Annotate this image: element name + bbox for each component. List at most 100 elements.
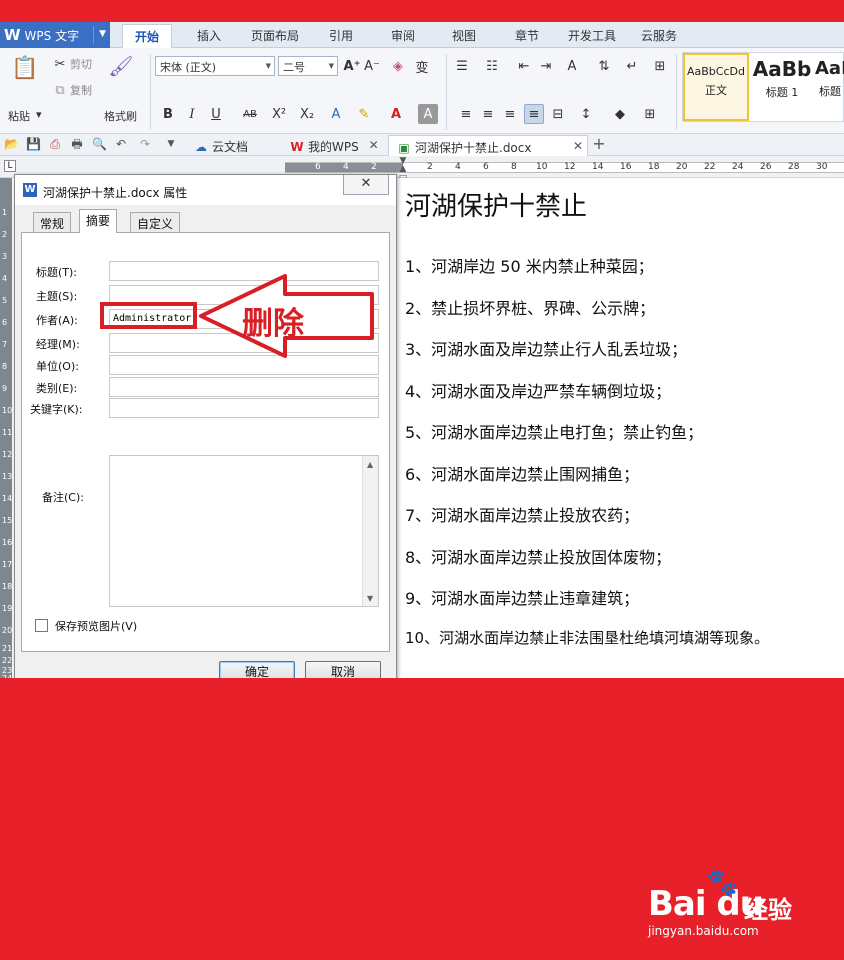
justify-icon[interactable]: ≡: [524, 104, 544, 124]
table-icon[interactable]: ⊞: [650, 56, 670, 76]
tab-chapter[interactable]: 章节: [515, 27, 539, 44]
scissors-icon[interactable]: ✂: [50, 54, 70, 74]
new-tab-icon[interactable]: +: [592, 136, 606, 152]
document-line: 3、河湖水面及岸边禁止行人乱丢垃圾；: [405, 340, 688, 359]
doc-tab-label: 我的WPS: [308, 140, 359, 154]
keywords-field[interactable]: [109, 398, 379, 418]
tab-developer[interactable]: 开发工具: [568, 27, 616, 44]
save-preview-label: 保存预览图片(V): [55, 620, 138, 633]
ruler-number: 13: [2, 472, 13, 481]
shrink-font-icon[interactable]: A⁻: [362, 56, 382, 76]
paste-icon[interactable]: 📋: [11, 54, 38, 82]
style-heading-1[interactable]: AaBb 标题 1: [751, 53, 813, 121]
superscript-button[interactable]: X²: [268, 104, 290, 124]
ribbon-toolbar: 📋 粘贴 ▾ ✂ 剪切 ⧉ 复制 🖌 格式刷 宋体 (正文) ▼ 二号 ▼ A⁺…: [0, 48, 844, 134]
close-icon[interactable]: ✕: [369, 138, 379, 152]
tab-review[interactable]: 审阅: [391, 27, 415, 44]
font-size-value: 二号: [283, 61, 305, 74]
font-color-icon[interactable]: A: [386, 104, 406, 124]
ruler-number: 19: [2, 604, 13, 613]
text-effect-icon[interactable]: A: [326, 104, 346, 124]
align-right-icon[interactable]: ≡: [500, 104, 520, 124]
highlight-icon[interactable]: ✎: [354, 104, 374, 124]
company-label: 单位(O):: [36, 360, 79, 373]
bullet-list-icon[interactable]: ☰: [452, 56, 472, 76]
author-highlight-box: [100, 302, 197, 329]
italic-button[interactable]: I: [182, 104, 202, 124]
tab-home[interactable]: 开始: [122, 24, 173, 48]
tab-cloud-service[interactable]: 云服务: [641, 27, 677, 44]
increase-indent-icon[interactable]: ⇥: [536, 56, 556, 76]
tab-insert[interactable]: 插入: [197, 27, 221, 44]
style-normal[interactable]: AaBbCcDd 正文: [683, 53, 749, 121]
font-size-select[interactable]: 二号 ▼: [278, 56, 338, 76]
paste-dropdown-icon[interactable]: ▾: [36, 108, 42, 121]
change-case-icon[interactable]: A: [562, 56, 582, 76]
app-menu-button[interactable]: W WPS 文字 ▼: [0, 22, 110, 48]
save-icon[interactable]: 💾: [26, 137, 41, 151]
scroll-down-icon[interactable]: ▼: [367, 594, 373, 603]
doc-tab-cloud[interactable]: ☁ 云文档: [186, 135, 254, 156]
ruler-number: 28: [788, 162, 800, 172]
dialog-titlebar[interactable]: W 河湖保护十禁止.docx 属性 ✕: [15, 175, 396, 205]
export-pdf-icon[interactable]: ⎙: [48, 137, 62, 151]
format-painter-button[interactable]: 格式刷: [104, 108, 137, 124]
print-preview-icon[interactable]: 🔍: [92, 137, 107, 151]
tab-custom[interactable]: 自定义: [130, 212, 181, 232]
clear-format-icon[interactable]: ◈: [388, 56, 408, 76]
document-line: 10、河湖水面岸边禁止非法围垦杜绝填河填湖等现象。: [405, 629, 770, 647]
decrease-indent-icon[interactable]: ⇤: [514, 56, 534, 76]
ruler-number: 14: [592, 162, 604, 172]
tab-stop-selector[interactable]: L: [4, 160, 16, 172]
close-icon[interactable]: ✕: [573, 139, 583, 153]
borders-icon[interactable]: ⊞: [640, 104, 660, 124]
grow-font-icon[interactable]: A⁺: [342, 56, 362, 76]
copy-button[interactable]: 复制: [70, 82, 92, 98]
redo-icon[interactable]: ↷: [138, 137, 152, 151]
ruler-number: 5: [2, 296, 8, 305]
underline-button[interactable]: U: [206, 104, 226, 124]
doc-tab-current[interactable]: ▣ 河湖保护十禁止.docx ✕: [388, 135, 588, 156]
line-spacing-icon[interactable]: ↕: [576, 104, 596, 124]
tab-page-layout[interactable]: 页面布局: [251, 27, 299, 44]
ruler-number: 12: [564, 162, 576, 172]
bold-button[interactable]: B: [158, 104, 178, 124]
paste-button[interactable]: 粘贴: [8, 108, 30, 124]
font-name-select[interactable]: 宋体 (正文) ▼: [155, 56, 275, 76]
print-icon[interactable]: 🖶: [70, 137, 84, 151]
sort-icon[interactable]: ⇅: [594, 56, 614, 76]
char-shading-icon[interactable]: A: [418, 104, 438, 124]
document-page[interactable]: 河湖保护十禁止 1、河湖岸边 50 米内禁止种菜园； 2、禁止损坏界桩、界碑、公…: [398, 178, 844, 678]
distribute-icon[interactable]: ⊟: [548, 104, 568, 124]
tab-general[interactable]: 常规: [33, 212, 72, 232]
subscript-button[interactable]: X₂: [296, 104, 318, 124]
copy-icon[interactable]: ⧉: [50, 80, 70, 100]
tab-references[interactable]: 引用: [329, 27, 353, 44]
show-marks-icon[interactable]: ↵: [622, 56, 642, 76]
notes-textarea[interactable]: ▲ ▼: [109, 455, 379, 607]
customize-toolbar-icon[interactable]: ▼: [164, 137, 178, 151]
save-preview-checkbox[interactable]: [35, 619, 48, 632]
format-painter-icon[interactable]: 🖌: [108, 52, 134, 80]
doc-tab-my-wps[interactable]: W 我的WPS ✕: [282, 135, 378, 156]
style-heading[interactable]: AaE 标题: [815, 53, 844, 121]
tab-view[interactable]: 视图: [452, 27, 476, 44]
shading-icon[interactable]: ◆: [610, 104, 630, 124]
phonetic-guide-icon[interactable]: 变: [412, 56, 432, 76]
notes-scrollbar[interactable]: ▲ ▼: [362, 456, 378, 606]
dialog-close-button[interactable]: ✕: [343, 175, 389, 195]
scroll-up-icon[interactable]: ▲: [367, 460, 373, 469]
tab-summary[interactable]: 摘要: [79, 209, 118, 233]
cancel-button[interactable]: 取消: [305, 661, 381, 678]
strikethrough-button[interactable]: AB: [238, 104, 262, 124]
document-line: 2、禁止损坏界桩、界碑、公示牌；: [405, 299, 656, 318]
category-field[interactable]: [109, 377, 379, 397]
ok-button[interactable]: 确定: [219, 661, 295, 678]
undo-icon[interactable]: ↶: [114, 137, 128, 151]
cut-button[interactable]: 剪切: [70, 56, 92, 72]
style-sample: AaBb: [752, 57, 812, 81]
open-folder-icon[interactable]: 📂: [4, 137, 19, 151]
align-center-icon[interactable]: ≡: [478, 104, 498, 124]
numbered-list-icon[interactable]: ☷: [482, 56, 502, 76]
align-left-icon[interactable]: ≡: [456, 104, 476, 124]
